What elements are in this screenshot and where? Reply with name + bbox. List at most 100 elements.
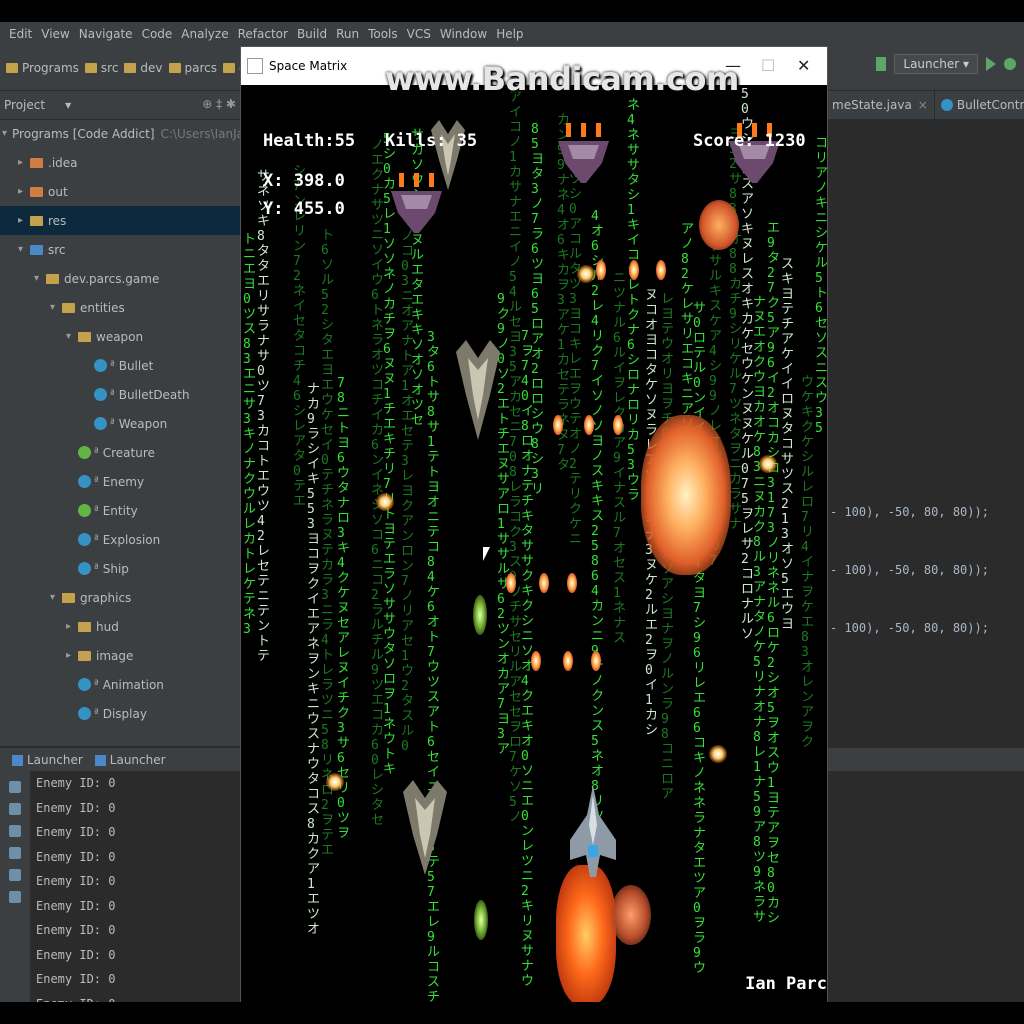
explosion: [641, 415, 731, 575]
menu-item-help[interactable]: Help: [496, 27, 523, 41]
chevron-right-icon[interactable]: ▸: [18, 186, 30, 197]
chevron-right-icon[interactable]: ▸: [18, 215, 30, 226]
tree-node[interactable]: ª Animation: [0, 670, 240, 699]
folder-icon: [62, 302, 75, 313]
matrix-rain-column: 4オ6シル2レ4リク7イソノソヨノスキキス25864カンニ9テノクンス5ネオ8リ…: [591, 209, 605, 854]
breadcrumb-item[interactable]: parcs: [168, 61, 217, 75]
tree-node[interactable]: ▾ graphics: [0, 583, 240, 612]
gear-icon[interactable]: ⊕ ‡ ✱: [202, 97, 236, 111]
tree-node[interactable]: ª Entity: [0, 496, 240, 525]
tree-node[interactable]: ▾ dev.parcs.game: [0, 264, 240, 293]
menu-item-tools[interactable]: Tools: [368, 27, 398, 41]
java-class-icon: [78, 562, 91, 575]
tree-node[interactable]: ▸ out: [0, 177, 240, 206]
run-tab-label: Launcher: [27, 753, 83, 767]
menu-item-code[interactable]: Code: [142, 27, 173, 41]
scroll-end-icon[interactable]: [9, 847, 21, 859]
matrix-rain-column: ネ4ネササタシ1キイコシレトクナ6シロナロリカ53ウラ: [627, 98, 641, 503]
folder-icon: [168, 63, 181, 73]
project-panel-header[interactable]: Project ▾ ⊕ ‡ ✱: [0, 91, 240, 120]
breadcrumb-item[interactable]: src: [84, 61, 118, 75]
run-tab[interactable]: Launcher: [94, 753, 166, 767]
code-editor[interactable]: - 100), -50, 80, 80)); - 100), -50, 80, 8…: [826, 119, 1024, 739]
menu-item-build[interactable]: Build: [297, 27, 327, 41]
tree-node-label: out: [48, 184, 68, 199]
tree-node-label: Enemy: [102, 474, 145, 489]
tree-node[interactable]: ª Enemy: [0, 467, 240, 496]
chevron-right-icon[interactable]: ▸: [18, 157, 30, 168]
menu-item-edit[interactable]: Edit: [9, 27, 32, 41]
breadcrumb-item[interactable]: Programs: [6, 61, 79, 75]
tree-node[interactable]: ▸ .idea: [0, 148, 240, 177]
chevron-down-icon[interactable]: ▾: [34, 273, 46, 284]
maximize-button[interactable]: ☐: [761, 56, 775, 75]
tree-node-label: res: [48, 213, 67, 228]
tree-node[interactable]: ▸ hud: [0, 612, 240, 641]
tree-node[interactable]: ª Display: [0, 699, 240, 728]
tree-node-label: weapon: [96, 329, 144, 344]
game-canvas[interactable]: トニエヨ0ツス83エニサ3キノナクウルレカトレケテネ3 サネソキ8タタエリサラナサ…: [241, 85, 827, 1002]
editor-tab[interactable]: meState.java ×: [826, 91, 935, 119]
menu-item-refactor[interactable]: Refactor: [238, 27, 288, 41]
editor-tabs: meState.java × BulletController.java×: [826, 91, 1024, 119]
matrix-rain-column: ナカ9ラシイキ553ヨコヲクイエアネヲンキニウスナウタコス8カクア1エツオ: [307, 382, 321, 937]
chevron-right-icon[interactable]: ▸: [66, 621, 78, 632]
java-class-icon: [78, 533, 91, 546]
tree-node-label: image: [96, 648, 134, 663]
health-readout: Health:55: [263, 131, 356, 151]
tree-node-label: Explosion: [102, 532, 161, 547]
folder-icon: [6, 63, 18, 73]
run-tab[interactable]: Launcher: [12, 753, 83, 767]
close-icon[interactable]: ×: [918, 98, 928, 112]
java-class-icon: [94, 359, 107, 372]
chevron-down-icon[interactable]: ▾: [66, 331, 78, 342]
tree-node[interactable]: ▾ src: [0, 235, 240, 264]
tree-node[interactable]: ª Explosion: [0, 525, 240, 554]
tree-node[interactable]: ▾Programs [Code Addict]C:\Users\IanJaspe…: [0, 119, 325, 148]
chevron-down-icon[interactable]: ▾: [2, 128, 7, 139]
menu-item-vcs[interactable]: VCS: [407, 27, 431, 41]
menu-item-navigate[interactable]: Navigate: [79, 27, 133, 41]
run-icon[interactable]: [986, 57, 996, 71]
chevron-right-icon[interactable]: ▸: [66, 650, 78, 661]
tree-node[interactable]: ª Ship: [0, 554, 240, 583]
game-window[interactable]: Space Matrix — ☐ ✕ トニエヨ0ツス83エニサ3キノナクウルレカ…: [240, 46, 828, 1002]
enemy-fighter: [456, 340, 500, 440]
close-button[interactable]: ✕: [797, 56, 810, 75]
tree-node[interactable]: ▸ image: [0, 641, 240, 670]
chevron-down-icon[interactable]: ▾: [50, 592, 62, 603]
run-config-select[interactable]: Launcher ▾: [894, 54, 978, 74]
menu-item-window[interactable]: Window: [440, 27, 487, 41]
wrap-icon[interactable]: [9, 825, 21, 837]
tree-node[interactable]: ª Creature: [0, 438, 240, 467]
chevron-down-icon[interactable]: ▾: [50, 302, 62, 313]
menu-item-analyze[interactable]: Analyze: [181, 27, 228, 41]
y-coordinate-readout: Y: 455.0: [263, 199, 345, 219]
up-arrow-icon[interactable]: [9, 781, 21, 793]
folder-icon: [124, 63, 137, 73]
debug-icon[interactable]: [1004, 58, 1016, 70]
bandicam-watermark: www.Bandicam.com: [385, 60, 739, 98]
chevron-down-icon[interactable]: ▾: [65, 98, 71, 112]
console-toolbar: [0, 771, 30, 1002]
tree-node[interactable]: ▾ entities: [0, 293, 240, 322]
tree-node[interactable]: ▾ weapon: [0, 322, 240, 351]
enemy-orb: [376, 493, 394, 511]
enemy-bullet: [596, 260, 606, 280]
chevron-down-icon[interactable]: ▾: [18, 244, 30, 255]
menu-item-run[interactable]: Run: [336, 27, 359, 41]
editor-tab[interactable]: BulletController.java×: [935, 91, 1024, 119]
breadcrumb-item[interactable]: dev: [124, 61, 163, 75]
tree-node[interactable]: ª Weapon: [0, 409, 240, 438]
down-arrow-icon[interactable]: [9, 803, 21, 815]
access-modifier-icon: ª: [94, 679, 99, 690]
tree-node[interactable]: ▸ res: [0, 206, 240, 235]
tree-node[interactable]: ª BulletDeath: [0, 380, 240, 409]
trash-icon[interactable]: [9, 891, 21, 903]
tree-node[interactable]: ª Bullet: [0, 351, 240, 380]
kills-readout: Kills: 35: [385, 131, 478, 151]
print-icon[interactable]: [9, 869, 21, 881]
enemy-bullet: [656, 260, 666, 280]
build-icon[interactable]: [876, 57, 887, 71]
menu-item-view[interactable]: View: [41, 27, 69, 41]
